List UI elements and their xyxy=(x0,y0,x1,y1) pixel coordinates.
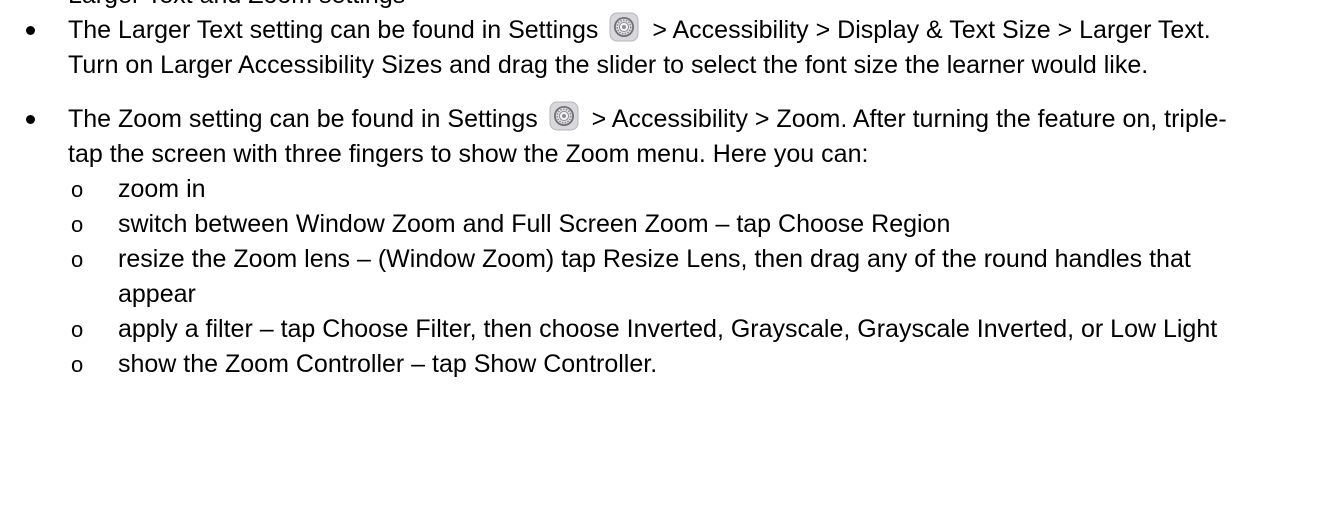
sub-item-switch-zoom: o switch between Window Zoom and Full Sc… xyxy=(67,207,1258,242)
sub-item-text: switch between Window Zoom and Full Scre… xyxy=(118,210,951,238)
sub-marker: o xyxy=(71,352,84,377)
sub-list: o zoom in o switch between Window Zoom a… xyxy=(68,172,1258,382)
sub-item-text: apply a filter – tap Choose Filter, then… xyxy=(118,315,1218,343)
sub-marker: o xyxy=(71,317,84,342)
sub-item-text: show the Zoom Controller – tap Show Cont… xyxy=(118,350,658,378)
item-text-start: The Larger Text setting can be found in … xyxy=(68,16,599,44)
bullet-dot xyxy=(26,26,35,35)
sub-item-zoom-in: o zoom in xyxy=(67,172,1258,207)
settings-gear-icon xyxy=(549,101,579,131)
sub-item-apply-filter: o apply a filter – tap Choose Filter, th… xyxy=(67,312,1258,347)
sub-marker: o xyxy=(71,177,84,202)
sub-item-resize-lens: o resize the Zoom lens – (Window Zoom) t… xyxy=(67,242,1258,312)
sub-item-text: zoom in xyxy=(118,175,206,203)
sub-item-text: resize the Zoom lens – (Window Zoom) tap… xyxy=(118,245,1191,308)
sub-item-show-controller: o show the Zoom Controller – tap Show Co… xyxy=(67,347,1258,382)
settings-gear-icon xyxy=(609,12,639,42)
bullet-item-larger-text: The Larger Text setting can be found in … xyxy=(0,12,1258,83)
bullet-list: The Larger Text setting can be found in … xyxy=(0,12,1323,382)
item-text-start: The Zoom setting can be found in Setting… xyxy=(68,105,538,133)
sub-marker: o xyxy=(71,247,84,272)
bullet-dot xyxy=(26,115,35,124)
bullet-item-zoom: The Zoom setting can be found in Setting… xyxy=(0,101,1258,382)
sub-marker: o xyxy=(71,212,84,237)
